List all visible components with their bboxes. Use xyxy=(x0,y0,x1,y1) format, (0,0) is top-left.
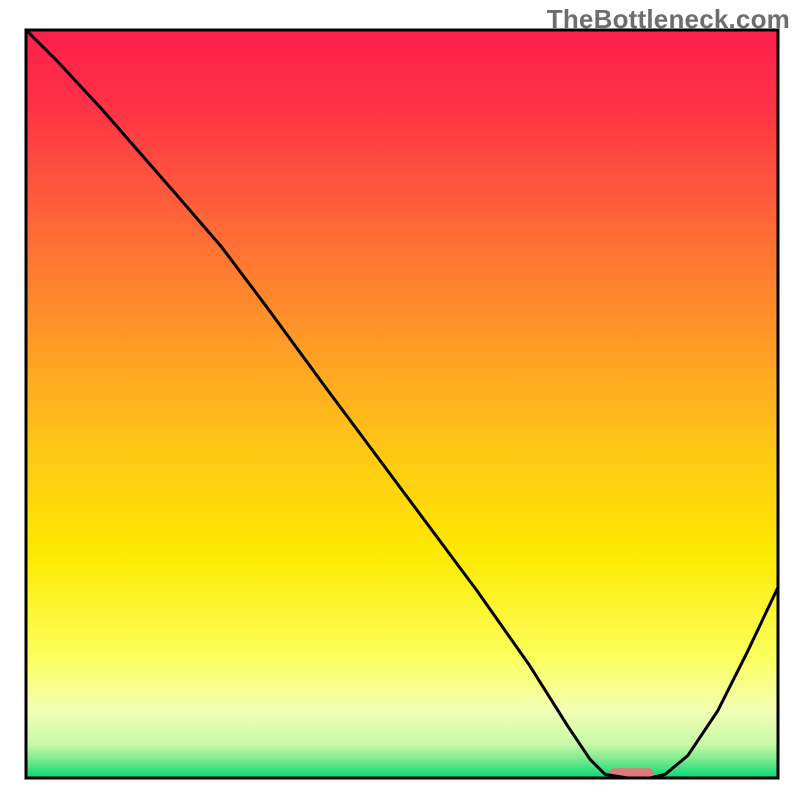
plot-svg xyxy=(0,0,800,800)
chart-canvas: TheBottleneck.com xyxy=(0,0,800,800)
gradient-background xyxy=(26,30,778,778)
